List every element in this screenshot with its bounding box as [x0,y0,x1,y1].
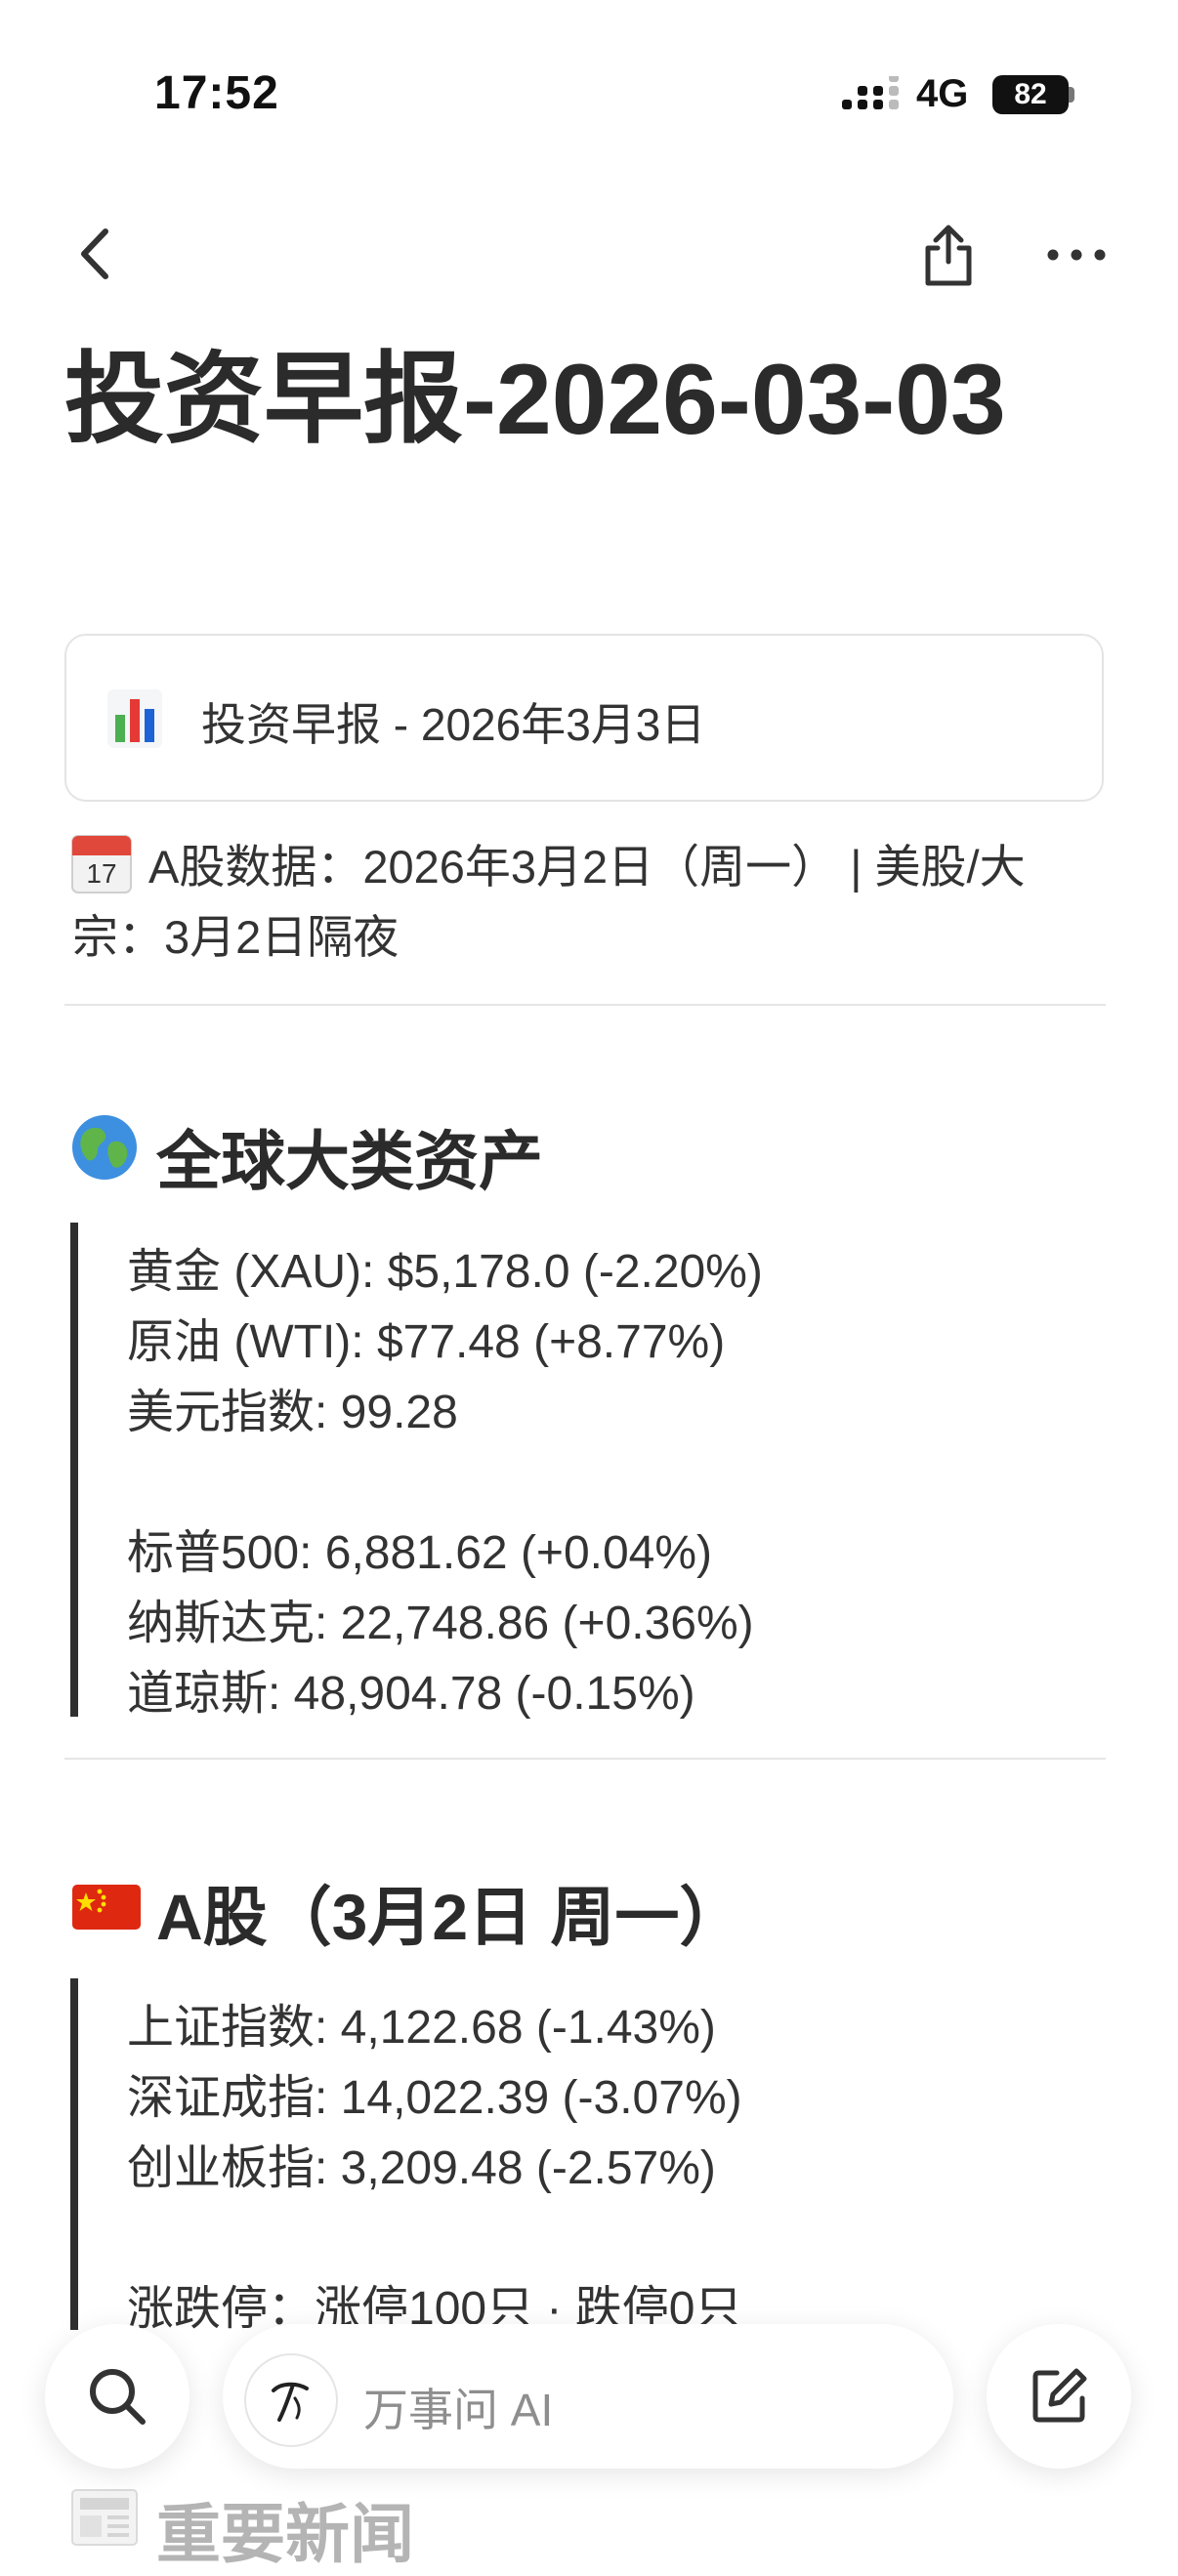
share-button[interactable] [914,221,983,289]
quote-line-sp500: 标普500: 6,881.62 (+0.04%) [127,1527,713,1579]
search-button[interactable] [45,2324,189,2469]
ask-ai-input[interactable]: 万事问 AI [363,2375,553,2439]
newspaper-icon [71,2489,138,2546]
quote-line-nasdaq: 纳斯达克: 22,748.86 (+0.36%) [127,1598,754,1649]
section-heading-news: 重要新闻 [156,2498,414,2570]
cellular-signal-icon [842,76,899,109]
quote-line-szse: 深证成指: 14,022.39 (-3.07%) [127,2072,742,2124]
quote-line-chinext: 创业板指: 3,209.48 (-2.57%) [127,2142,716,2194]
quote-bar [70,1223,78,1717]
battery-level: 82 [992,75,1069,114]
status-time: 17:52 [154,67,279,119]
quote-line-gold: 黄金 (XAU): $5,178.0 (-2.20%) [127,1246,763,1298]
section-heading-global-assets: 全球大类资产 [156,1125,543,1197]
chevron-left-icon [81,229,108,279]
more-button[interactable] [1045,240,1108,270]
compose-icon [1032,2368,1087,2423]
ai-logo-icon [244,2353,338,2447]
compose-button[interactable] [987,2324,1131,2469]
china-flag-icon [72,1885,141,1930]
network-type: 4G [916,72,969,115]
quote-line-oil: 原油 (WTI): $77.48 (+8.77%) [127,1316,726,1368]
data-date-note: A股数据：2026年3月2日（周一） | 美股/大宗：3月2日隔夜 [72,841,1026,963]
divider [64,1004,1106,1006]
quote-bar [70,1978,78,2330]
callout-text: 投资早报 - 2026年3月3日 [201,699,706,750]
quote-line-sse: 上证指数: 4,122.68 (-1.43%) [127,2002,716,2054]
search-icon [90,2369,146,2425]
quote-line-dxy: 美元指数: 99.28 [127,1387,458,1438]
back-button[interactable] [68,220,127,288]
battery-tip [1069,87,1074,103]
page-title: 投资早报-2026-03-03 [64,344,1006,455]
share-icon [925,225,972,286]
quote-line-dow: 道琼斯: 48,904.78 (-0.15%) [127,1668,695,1720]
globe-icon [72,1115,137,1180]
divider [64,1758,1106,1760]
bar-chart-icon [107,689,162,748]
section-heading-a-shares: A股（3月2日 周一） [156,1881,744,1953]
more-icon [1047,249,1106,261]
